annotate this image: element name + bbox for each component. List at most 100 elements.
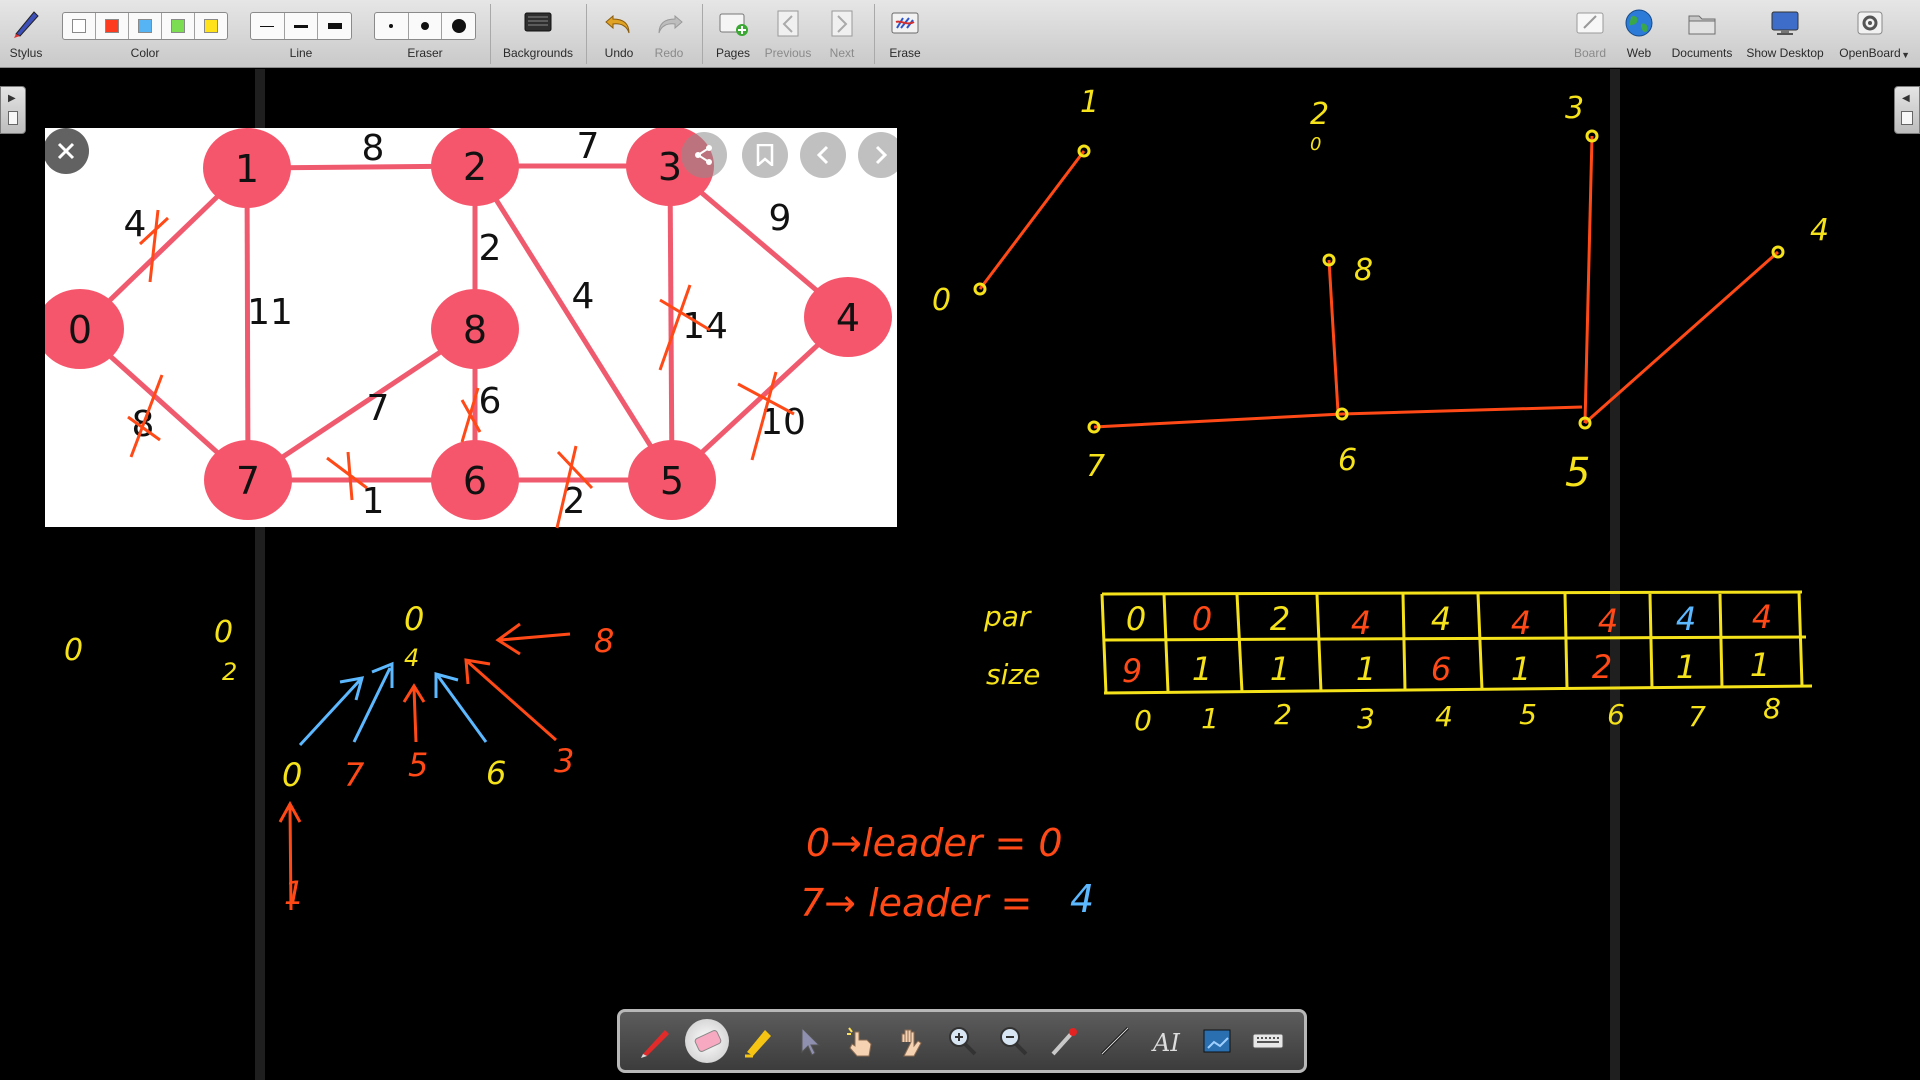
edge-3-5 [667, 165, 675, 481]
color-blue[interactable] [129, 13, 162, 39]
svg-text:AI: AI [1151, 1029, 1180, 1057]
svg-text:3: 3 [658, 145, 682, 189]
edge-weight: 6 [479, 381, 502, 422]
previous-page-icon [777, 10, 799, 37]
laser-pointer-tool[interactable] [1042, 1019, 1086, 1063]
line-tool[interactable] [1093, 1019, 1137, 1063]
capture-tool[interactable] [1195, 1019, 1239, 1063]
text-tool[interactable]: AI [1144, 1019, 1188, 1063]
next-page-icon [831, 10, 853, 37]
zoom-in-tool[interactable] [940, 1019, 984, 1063]
edge-weight: 8 [362, 128, 385, 169]
zoom-in-icon [948, 1027, 977, 1056]
backgrounds-icon [524, 12, 552, 32]
right-panel-toggle[interactable]: ◀ [1894, 86, 1920, 134]
undo-button[interactable]: Undo [594, 0, 644, 68]
pages-icon [719, 13, 748, 36]
edge-weight: 7 [367, 388, 390, 429]
color-green[interactable] [162, 13, 195, 39]
web-button[interactable]: Web [1616, 0, 1662, 68]
eraser-tool[interactable] [684, 1019, 729, 1063]
line-icon [1101, 1026, 1130, 1056]
arrow-pointer-icon [801, 1026, 820, 1056]
color-red[interactable] [96, 13, 129, 39]
edge-weight: 1 [362, 481, 385, 522]
eraser-medium[interactable] [409, 13, 443, 39]
svg-text:2: 2 [463, 145, 487, 189]
edge-weight: 9 [769, 198, 792, 239]
hand-tool[interactable] [889, 1019, 933, 1063]
laser-pointer-icon [1051, 1028, 1078, 1056]
svg-text:4: 4 [836, 296, 860, 340]
show-desktop-button[interactable]: Show Desktop [1742, 0, 1828, 68]
line-medium[interactable] [285, 13, 319, 39]
graph-node: 6 [431, 440, 519, 520]
stylus-icon [14, 11, 39, 38]
board-icon [1576, 12, 1604, 34]
chevron-right-icon: ▶ [8, 93, 16, 104]
graph-node: 1 [203, 128, 291, 208]
pages-button[interactable]: Pages [708, 0, 758, 68]
backgrounds-button[interactable]: Backgrounds [498, 0, 578, 68]
svg-text:5: 5 [660, 459, 684, 503]
tools-palette: AI [617, 1009, 1307, 1073]
gear-icon [1857, 11, 1883, 35]
edge-weight: 14 [682, 306, 728, 347]
close-image-button[interactable] [45, 128, 89, 174]
keyboard-icon [1252, 1033, 1284, 1049]
left-panel-toggle[interactable]: ▶ [0, 86, 26, 134]
graph-node: 8 [431, 289, 519, 369]
previous-button[interactable]: Previous [760, 0, 816, 68]
graph-diagram: 0 1 2 3 4 5 6 7 8 4 8 7 9 11 2 4 14 8 7 … [45, 128, 892, 522]
redo-button[interactable]: Redo [644, 0, 694, 68]
erase-icon [891, 12, 919, 34]
chevron-left-icon [816, 145, 829, 165]
documents-button[interactable]: Documents [1662, 0, 1742, 68]
eraser-large[interactable] [442, 13, 475, 39]
bookmark-button[interactable] [742, 132, 788, 178]
graph-node: 4 [804, 277, 892, 357]
select-tool[interactable] [787, 1019, 831, 1063]
hand-icon [901, 1029, 922, 1057]
highlighter-icon [744, 1030, 771, 1058]
folder-icon [1688, 15, 1716, 35]
stylus-button[interactable]: Stylus [2, 0, 50, 68]
graph-node: 7 [204, 440, 292, 520]
graph-node: 2 [431, 128, 519, 206]
pen-tool[interactable] [634, 1019, 678, 1063]
next-button[interactable]: Next [818, 0, 866, 68]
redo-icon [658, 14, 683, 34]
svg-text:1: 1 [235, 147, 259, 191]
next-image-button[interactable] [858, 132, 897, 178]
graph-nodes: 0 1 2 3 4 5 6 7 8 [45, 128, 892, 520]
line-thick[interactable] [318, 13, 351, 39]
chevron-left-icon: ◀ [1902, 93, 1910, 104]
edge-weight: 8 [132, 404, 155, 445]
page-thumbnail-icon [8, 111, 18, 125]
previous-image-button[interactable] [800, 132, 846, 178]
color-picker [62, 12, 228, 40]
zoom-out-icon [999, 1027, 1028, 1056]
color-yellow[interactable] [195, 13, 227, 39]
color-white[interactable] [63, 13, 96, 39]
virtual-keyboard-tool[interactable] [1246, 1019, 1290, 1063]
chevron-down-icon: ▼ [1901, 50, 1910, 60]
share-button[interactable] [681, 132, 727, 178]
svg-text:7: 7 [236, 459, 260, 503]
eraser-size-picker [374, 12, 476, 40]
zoom-out-tool[interactable] [991, 1019, 1035, 1063]
openboard-menu-button[interactable]: OpenBoard ▼ [1830, 0, 1910, 68]
interact-tool[interactable] [838, 1019, 882, 1063]
main-toolbar: Stylus Color Line Eraser Backgrounds Und… [0, 0, 1920, 68]
graph-image-window[interactable]: 0 1 2 3 4 5 6 7 8 4 8 7 9 11 2 4 14 8 7 … [45, 128, 897, 527]
board-button[interactable]: Board [1566, 0, 1614, 68]
text-icon: AI [1151, 1029, 1180, 1057]
erase-button[interactable]: Erase [880, 0, 930, 68]
highlighter-tool[interactable] [736, 1019, 780, 1063]
edge-weight: 2 [563, 481, 586, 522]
edge-weight: 11 [247, 292, 293, 333]
line-group: Line [248, 0, 354, 68]
line-thin[interactable] [251, 13, 285, 39]
edge-weight: 2 [479, 228, 502, 269]
eraser-small[interactable] [375, 13, 409, 39]
